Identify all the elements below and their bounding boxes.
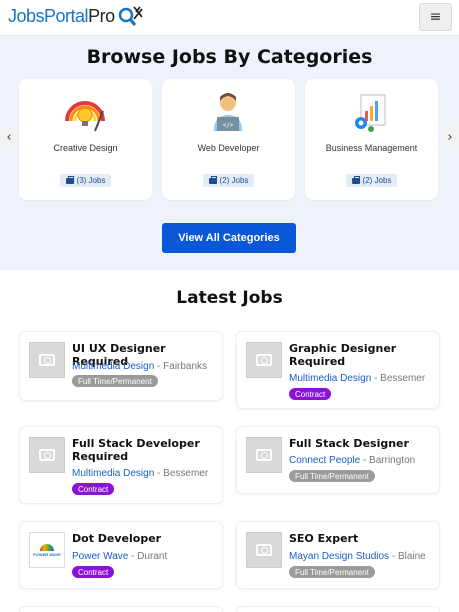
company-link[interactable]: Multimedia Design <box>72 361 154 372</box>
job-card[interactable]: SEO Expert Mayan Design Studios - Blaine… <box>236 521 440 589</box>
carousel-prev-button[interactable]: ‹ <box>0 125 18 149</box>
job-card-partial[interactable] <box>19 606 223 612</box>
site-header: Jobs Portal Pro ≡ <box>0 0 459 36</box>
carousel-next-button[interactable]: › <box>441 125 459 149</box>
latest-jobs-title: Latest Jobs <box>176 288 283 308</box>
category-card-creative-design[interactable]: Creative Design (3) Jobs <box>19 79 152 200</box>
job-card[interactable]: Full Stack Developer Required Multimedia… <box>19 426 223 504</box>
logo-jobs-text: Jobs <box>8 5 45 26</box>
job-card[interactable]: Graphic Designer Required Multimedia Des… <box>236 331 440 409</box>
creative-design-icon <box>65 101 105 132</box>
job-card-partial[interactable] <box>236 606 440 612</box>
job-card[interactable]: POWER WAVE Dot Developer Power Wave - Du… <box>19 521 223 589</box>
hamburger-icon: ≡ <box>429 9 442 25</box>
company-link[interactable]: Multimedia Design <box>289 373 371 384</box>
camera-icon <box>256 544 272 556</box>
company-logo-placeholder <box>246 437 282 473</box>
camera-icon <box>256 449 272 461</box>
camera-icon <box>39 354 55 366</box>
category-name: Business Management <box>325 143 418 153</box>
job-location: - Bessemer <box>371 373 426 384</box>
company-link[interactable]: Power Wave <box>72 551 128 562</box>
job-card[interactable]: Full Stack Designer Connect People - Bar… <box>236 426 440 494</box>
camera-icon <box>39 449 55 461</box>
job-title[interactable]: Full Stack Designer <box>289 437 435 450</box>
category-card-web-developer[interactable]: </> Web Developer (2) Jobs <box>162 79 295 200</box>
job-type-badge: Full Time/Permanent <box>289 566 375 578</box>
category-job-count[interactable]: (2) Jobs <box>202 174 255 187</box>
job-title[interactable]: Graphic Designer Required <box>289 342 435 368</box>
briefcase-icon <box>208 175 217 184</box>
power-wave-logo-mark <box>40 543 54 551</box>
company-link[interactable]: Connect People <box>289 455 360 466</box>
job-meta: Mayan Design Studios - Blaine <box>289 551 426 562</box>
category-name: Creative Design <box>53 143 118 153</box>
job-type-badge: Full Time/Permanent <box>289 470 375 482</box>
categories-section: Browse Jobs By Categories ‹ › Creative D… <box>0 36 459 270</box>
job-meta: Connect People - Barrington <box>289 455 415 466</box>
company-logo-power-wave: POWER WAVE <box>29 532 65 568</box>
job-location: - Durant <box>128 551 168 562</box>
web-developer-icon: </> <box>214 93 242 131</box>
category-name: Web Developer <box>197 143 260 153</box>
job-location: - Blaine <box>389 551 426 562</box>
job-meta: Multimedia Design - Bessemer <box>72 468 208 479</box>
job-title[interactable]: Full Stack Developer Required <box>72 437 218 463</box>
job-title[interactable]: Dot Developer <box>72 532 218 545</box>
job-type-badge: Contract <box>72 483 115 495</box>
category-card-business-management[interactable]: Business Management (2) Jobs <box>305 79 438 200</box>
chevron-right-icon: › <box>447 129 453 145</box>
category-job-count-text: (3) Jobs <box>76 176 106 185</box>
company-logo-placeholder <box>29 437 65 473</box>
camera-icon <box>256 354 272 366</box>
category-job-count-text: (2) Jobs <box>362 176 392 185</box>
category-job-count-text: (2) Jobs <box>219 176 249 185</box>
job-type-badge: Contract <box>72 566 115 578</box>
job-meta: Multimedia Design - Fairbanks <box>72 361 207 372</box>
job-type-badge: Full Time/Permanent <box>72 375 158 387</box>
svg-text:</>: </> <box>223 122 234 129</box>
chevron-left-icon: ‹ <box>6 129 12 145</box>
view-all-categories-button[interactable]: View All Categories <box>162 223 296 253</box>
company-link[interactable]: Multimedia Design <box>72 468 154 479</box>
job-location: - Fairbanks <box>154 361 208 372</box>
power-wave-logo-text: POWER WAVE <box>33 551 61 557</box>
job-location: - Bessemer <box>154 468 209 479</box>
briefcase-icon <box>65 175 74 184</box>
logo-pro-text: Pro <box>88 5 115 26</box>
site-logo[interactable]: Jobs Portal Pro <box>8 4 144 28</box>
category-job-count[interactable]: (2) Jobs <box>345 174 398 187</box>
job-meta: Power Wave - Durant <box>72 551 167 562</box>
job-type-badge: Contract <box>289 388 332 400</box>
menu-button[interactable]: ≡ <box>419 3 452 31</box>
company-logo-placeholder <box>246 342 282 378</box>
job-meta: Multimedia Design - Bessemer <box>289 373 425 384</box>
company-link[interactable]: Mayan Design Studios <box>289 551 389 562</box>
company-logo-placeholder <box>246 532 282 568</box>
briefcase-icon <box>351 175 360 184</box>
job-card[interactable]: UI UX Designer Required Multimedia Desig… <box>19 331 223 401</box>
job-title[interactable]: SEO Expert <box>289 532 435 545</box>
job-location: - Barrington <box>360 455 416 466</box>
company-logo-placeholder <box>29 342 65 378</box>
category-job-count[interactable]: (3) Jobs <box>59 174 112 187</box>
categories-title: Browse Jobs By Categories <box>86 46 373 68</box>
business-management-icon <box>355 94 386 132</box>
magnifier-tools-icon <box>118 6 143 26</box>
logo-portal-text: Portal <box>44 5 89 26</box>
